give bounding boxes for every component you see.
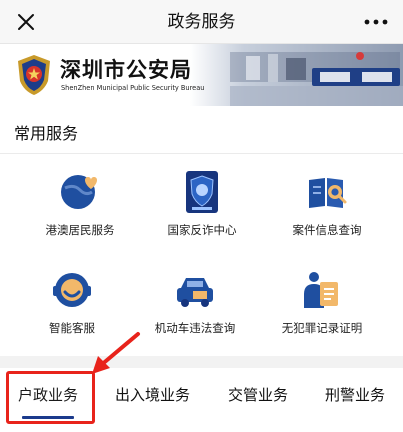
service-no-crime-cert[interactable]: 无犯罪记录证明 <box>255 268 389 336</box>
police-emblem-icon <box>18 55 50 95</box>
highlight-box <box>6 371 95 424</box>
service-label: 机动车违法查询 <box>154 321 236 335</box>
service-case-query[interactable]: 案件信息查询 <box>260 170 394 238</box>
smart-service-icon <box>53 273 91 307</box>
tab-traffic[interactable]: 交管业务 <box>228 384 288 405</box>
divider <box>0 153 403 154</box>
service-label: 国家反诈中心 <box>167 223 237 237</box>
page-title: 政务服务 <box>167 12 236 32</box>
service-label: 案件信息查询 <box>292 223 362 237</box>
more-icon[interactable] <box>363 10 389 34</box>
globe-heart-icon <box>61 175 97 209</box>
case-search-icon <box>309 178 347 208</box>
service-vehicle-violation[interactable]: 机动车违法查询 <box>128 268 262 336</box>
service-anti-fraud[interactable]: 国家反诈中心 <box>135 170 269 238</box>
vehicle-violation-icon <box>177 278 213 307</box>
banner-title: 深圳市公安局 <box>60 58 192 82</box>
service-hk-macau[interactable]: 港澳居民服务 <box>13 170 147 238</box>
no-crime-certificate-icon <box>304 272 338 308</box>
service-label: 港澳居民服务 <box>45 223 115 237</box>
tab-criminal[interactable]: 刑警业务 <box>325 384 385 405</box>
navbar: 政务服务 <box>0 0 403 44</box>
service-smart-support[interactable]: 智能客服 <box>5 268 139 336</box>
banner: 深圳市公安局 ShenZhen Municipal Public Securit… <box>0 44 403 106</box>
section-title: 常用服务 <box>14 124 79 143</box>
service-label: 无犯罪记录证明 <box>281 321 363 335</box>
banner-photo <box>190 44 403 106</box>
banner-subtitle: ShenZhen Municipal Public Security Burea… <box>61 84 205 92</box>
arrow-icon <box>92 332 140 374</box>
tab-exit-entry[interactable]: 出入境业务 <box>115 384 190 405</box>
anti-fraud-badge-icon <box>186 171 218 213</box>
section-separator <box>0 356 403 368</box>
